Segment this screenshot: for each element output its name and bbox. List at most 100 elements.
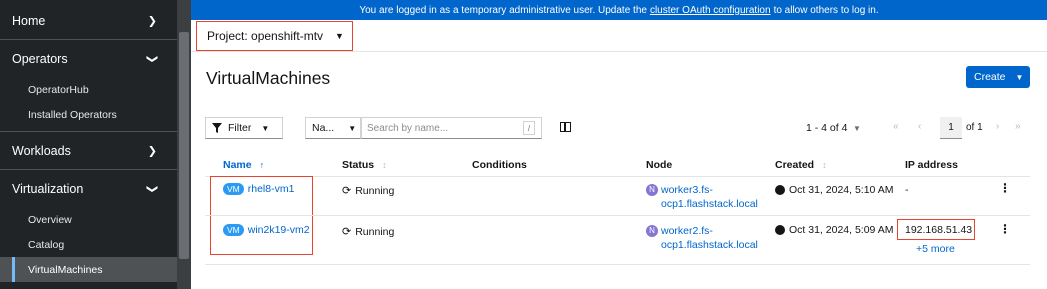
sidebar: Home ❯ Operators ❯ OperatorHub Installed…: [0, 0, 191, 289]
sync-icon: ⟳: [342, 185, 352, 197]
scrollbar-thumb[interactable]: [179, 32, 189, 259]
node-link-line2[interactable]: ocp1.flashstack.local: [661, 238, 758, 252]
last-page-icon[interactable]: »: [1015, 121, 1021, 132]
node-link-line1[interactable]: worker3.fs-: [661, 183, 758, 197]
vm-badge: VM: [223, 224, 244, 236]
search-shortcut-hint: /: [523, 121, 535, 135]
create-button[interactable]: Create ▼: [966, 66, 1030, 88]
nav-item-virtualmachines[interactable]: VirtualMachines: [0, 257, 177, 282]
globe-icon: [775, 185, 785, 195]
filter-type-select[interactable]: Na... ▼: [305, 117, 361, 139]
sort-icon: ↕: [382, 160, 387, 170]
created-timestamp: Oct 31, 2024, 5:10 AM: [789, 184, 894, 196]
column-header-status-label: Status: [342, 159, 375, 171]
prev-page-icon[interactable]: ‹: [918, 121, 921, 132]
table-row-2-node[interactable]: N worker2.fs- ocp1.flashstack.local: [646, 224, 758, 252]
nav-item-catalog[interactable]: Catalog: [0, 232, 177, 257]
search-input[interactable]: [367, 122, 517, 134]
column-header-node: Node: [646, 159, 672, 171]
divider: [191, 51, 1047, 52]
chevron-down-icon: ❯: [145, 184, 158, 194]
node-badge: N: [646, 184, 658, 196]
column-header-conditions: Conditions: [472, 159, 527, 171]
vm-name-link[interactable]: win2k19-vm2: [248, 224, 310, 236]
table-row-1-ip: -: [905, 184, 909, 196]
status-label: Running: [355, 184, 395, 197]
divider: [205, 264, 1030, 265]
page-total: of 1: [966, 122, 983, 133]
filter-icon: [212, 123, 222, 133]
nav-item-overview[interactable]: Overview: [0, 207, 177, 232]
ip-more-link[interactable]: +5 more: [916, 243, 955, 255]
manage-columns-icon[interactable]: [560, 122, 571, 132]
node-link-line1[interactable]: worker2.fs-: [661, 224, 758, 238]
nav-section-home-label: Home: [12, 13, 46, 28]
nav-section-virtualization-label: Virtualization: [12, 182, 84, 196]
node-badge: N: [646, 225, 658, 237]
nav-item-operatorhub[interactable]: OperatorHub: [0, 77, 177, 102]
table-row-1-node[interactable]: N worker3.fs- ocp1.flashstack.local: [646, 183, 758, 211]
chevron-down-icon: ❯: [145, 54, 158, 64]
caret-down-icon[interactable]: ▼: [853, 124, 861, 133]
nav-item-installed-operators[interactable]: Installed Operators: [0, 102, 177, 127]
kebab-menu-icon[interactable]: ⋮: [999, 222, 1011, 236]
app-root: Home ❯ Operators ❯ OperatorHub Installed…: [0, 0, 1047, 289]
column-header-ip-address: IP address: [905, 159, 958, 171]
project-selector[interactable]: Project: openshift-mtv ▼: [196, 21, 353, 51]
table-row-2-name[interactable]: VM win2k19-vm2: [223, 224, 310, 236]
table-row-1-status: ⟳ Running: [342, 184, 395, 198]
project-label: Project: openshift-mtv: [207, 29, 324, 43]
nav-section-home[interactable]: Home ❯: [0, 2, 177, 40]
nav-item-catalog-label: Catalog: [28, 238, 65, 251]
vm-badge: VM: [223, 183, 244, 195]
oauth-config-link[interactable]: cluster OAuth configuration: [650, 5, 771, 16]
column-header-node-label: Node: [646, 159, 673, 171]
banner-text-end: to allow others to log in.: [773, 4, 879, 16]
nav-section-virtualization[interactable]: Virtualization ❯: [0, 170, 177, 208]
filter-dropdown[interactable]: Filter ▼: [205, 117, 283, 139]
caret-down-icon: ▼: [1015, 72, 1024, 82]
sync-icon: ⟳: [342, 226, 352, 238]
nav-item-virtualmachines-label: VirtualMachines: [28, 263, 103, 276]
nav-item-installed-operators-label: Installed Operators: [28, 108, 117, 121]
nav-item-operatorhub-label: OperatorHub: [28, 83, 89, 96]
nav-section-workloads[interactable]: Workloads ❯: [0, 132, 177, 170]
chevron-right-icon: ❯: [147, 145, 157, 157]
column-header-name[interactable]: Name ↑: [223, 159, 264, 171]
first-page-icon[interactable]: «: [893, 121, 899, 132]
chevron-right-icon: ❯: [147, 15, 157, 27]
status-label: Running: [355, 225, 395, 238]
kebab-menu-icon[interactable]: ⋮: [999, 181, 1011, 195]
admin-banner: You are logged in as a temporary adminis…: [191, 0, 1047, 20]
globe-icon: [775, 225, 785, 235]
banner-text: You are logged in as a temporary adminis…: [359, 4, 647, 16]
page-number-input[interactable]: 1: [940, 117, 962, 139]
sort-icon: ↕: [822, 160, 827, 170]
table-row-1-name[interactable]: VM rhel8-vm1: [223, 183, 294, 195]
column-header-created[interactable]: Created ↕: [775, 159, 827, 171]
node-link-line2[interactable]: ocp1.flashstack.local: [661, 197, 758, 211]
caret-down-icon: ▼: [348, 123, 357, 133]
sidebar-scrollbar[interactable]: [177, 0, 191, 289]
divider: [205, 215, 1030, 216]
table-row-2-ip: 192.168.51.43: [905, 224, 973, 236]
next-page-icon[interactable]: ›: [996, 121, 999, 132]
column-header-ip-address-label: IP address: [905, 159, 958, 171]
table-row-1-created: Oct 31, 2024, 5:10 AM: [775, 184, 893, 196]
table-row-2-status: ⟳ Running: [342, 225, 395, 239]
filter-type-label: Na...: [312, 122, 335, 134]
column-header-created-label: Created: [775, 159, 815, 171]
nav-section-operators[interactable]: Operators ❯: [0, 40, 177, 78]
filter-label: Filter: [228, 122, 252, 134]
column-header-status[interactable]: Status ↕: [342, 159, 387, 171]
pagination-count[interactable]: 1 - 4 of 4: [806, 122, 847, 134]
caret-down-icon: ▼: [261, 123, 270, 133]
page-title: VirtualMachines: [206, 68, 331, 88]
search-field[interactable]: /: [361, 117, 542, 139]
nav-section-operators-label: Operators: [12, 52, 68, 66]
vm-name-link[interactable]: rhel8-vm1: [248, 183, 295, 195]
column-header-conditions-label: Conditions: [472, 159, 527, 171]
column-header-name-label: Name: [223, 159, 252, 171]
nav-item-overview-label: Overview: [28, 213, 72, 226]
divider: [205, 176, 1030, 177]
